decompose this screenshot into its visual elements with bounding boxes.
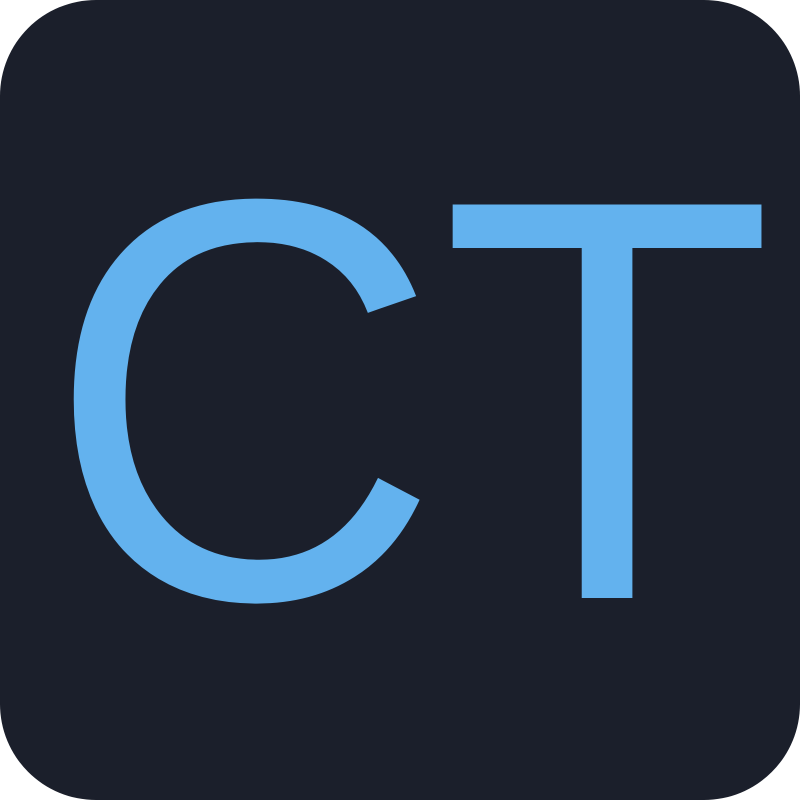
ct-monogram-logo: CT [46, 81, 774, 720]
app-icon-tile: CT [0, 0, 800, 800]
monogram-letters: CT [46, 81, 774, 720]
